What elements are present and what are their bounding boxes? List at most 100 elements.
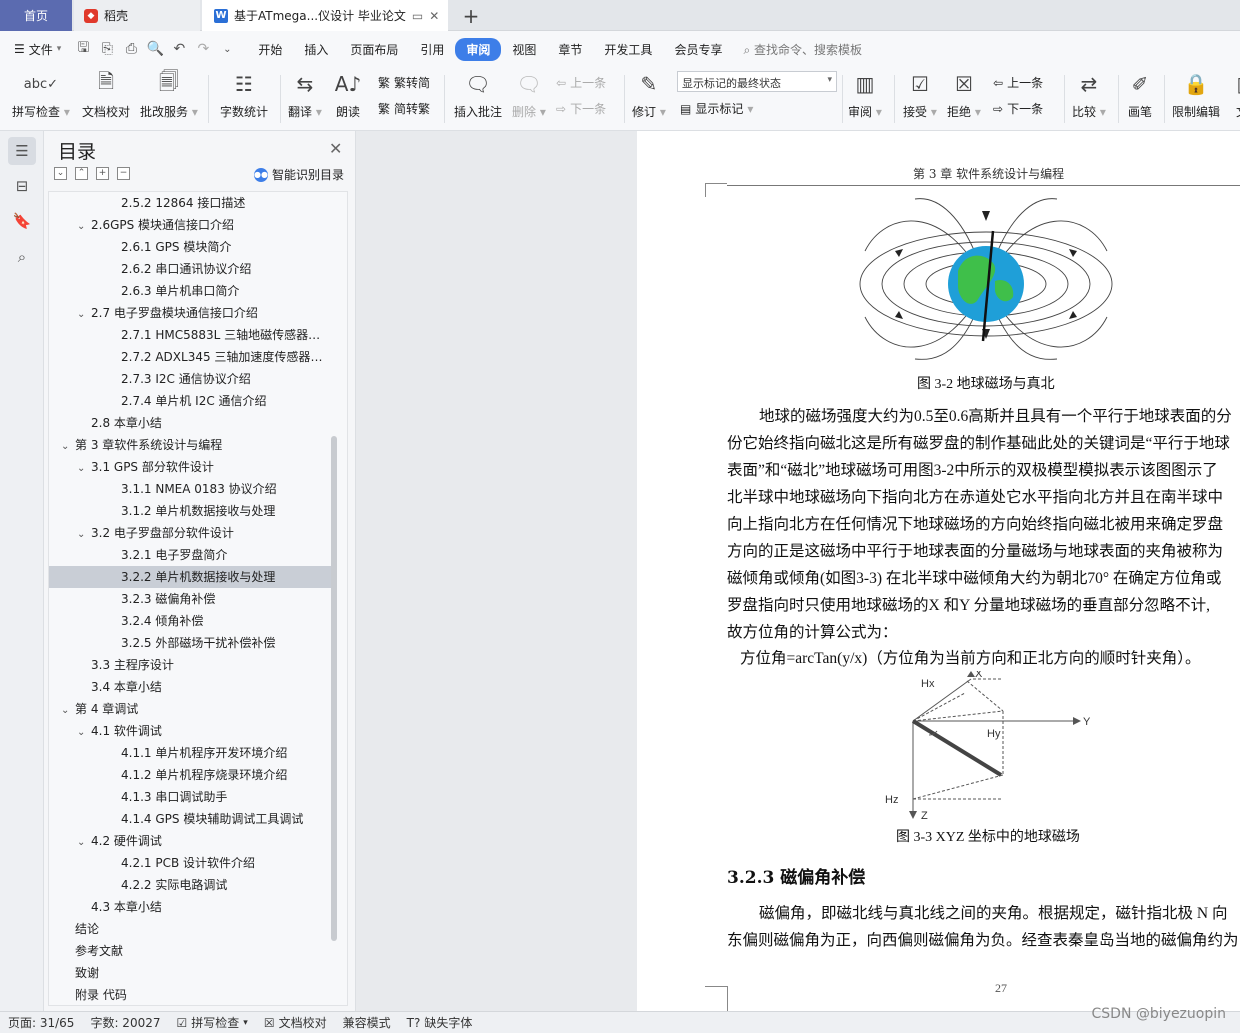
expand-all-icon[interactable]: ⌃ [75,167,88,180]
menu-start[interactable]: 开始 [247,38,293,61]
smart-toc-button[interactable]: ●● 智能识别目录 [254,166,344,183]
insert-comment-button[interactable]: 🗨 插入批注 [454,69,502,120]
pen-button[interactable]: ✐ 画笔 [1126,69,1154,120]
menu-insert[interactable]: 插入 [293,38,339,61]
toc-item[interactable]: 2.7.4 单片机 I2C 通信介绍 [49,390,331,412]
toc-item[interactable]: 3.2.5 外部磁场干扰补偿补偿 [49,632,331,654]
toc-item[interactable]: 2.6.2 串口通讯协议介绍 [49,258,331,280]
toc-item[interactable]: 3.1.1 NMEA 0183 协议介绍 [49,478,331,500]
toc-item[interactable]: 2.6.3 单片机串口简介 [49,280,331,302]
close-icon[interactable]: ✕ [329,139,342,158]
delete-comment-button[interactable]: 🗨 删除 ▾ [512,69,546,120]
translate-button[interactable]: ⇆ 翻译 ▾ [288,69,322,120]
toc-item[interactable]: ⌄ 第 3 章软件系统设计与编程 [49,434,331,456]
prev-change-button[interactable]: ⇦ 上一条 [993,74,1043,91]
toc-item[interactable]: 2.7.3 I2C 通信协议介绍 [49,368,331,390]
bookmark-icon[interactable]: 🔖 [8,207,36,235]
show-markup-button[interactable]: ▤ 显示标记 ▾ [680,100,753,117]
remove-heading-icon[interactable]: − [117,167,130,180]
review-pane-button[interactable]: ▥ 审阅 ▾ [848,69,882,120]
trad-to-simp-button[interactable]: 繁 繁转简 [378,74,430,91]
toc-item[interactable]: ⌄ 2.6GPS 模块通信接口介绍 [49,214,331,236]
word-count-button[interactable]: ☷ 字数统计 [220,69,268,120]
undo-icon[interactable]: ↶ [167,41,191,57]
toc-scrollbar[interactable] [331,436,337,941]
expand-arrow-icon[interactable]: ⌄ [61,700,75,720]
toc-item[interactable]: 2.8 本章小结 [49,412,331,434]
toc-item[interactable]: 2.7.2 ADXL345 三轴加速度传感器介... [49,346,331,368]
doc-rights-button[interactable]: ▯ 文 [1228,69,1240,120]
toc-item[interactable]: ⌄ 第 4 章调试 [49,698,331,720]
toc-item[interactable]: 4.3 本章小结 [49,896,331,918]
quick-access-more-icon[interactable]: ⌄ [215,44,239,55]
toc-item[interactable]: 参考文献 [49,940,331,962]
tab-document[interactable]: W 基于ATmega...仪设计 毕业论文 ▭ ✕ [202,0,448,31]
tab-pin-icon[interactable]: ▭ [412,9,423,23]
menu-developer[interactable]: 开发工具 [593,38,663,61]
markup-state-select[interactable]: 显示标记的最终状态 ▾ [677,71,837,92]
next-comment-button[interactable]: ⇨ 下一条 [556,100,606,117]
menu-view[interactable]: 视图 [501,38,547,61]
expand-arrow-icon[interactable]: ⌄ [77,216,91,236]
collapse-all-icon[interactable]: ⌄ [54,167,67,180]
toc-item[interactable]: 3.3 主程序设计 [49,654,331,676]
menu-page-layout[interactable]: 页面布局 [339,38,409,61]
document-page[interactable]: 第 3 章 软件系统设计与编程 图 3-2 地球磁场与真北 地球的磁场强度大约为… [637,131,1240,1011]
print-icon[interactable]: ⎙ [119,41,143,57]
restrict-edit-button[interactable]: 🔒 限制编辑 [1172,69,1220,120]
spell-check-button[interactable]: abc✓ 拼写检查 ▾ [12,69,70,120]
export-pdf-icon[interactable]: ⎘ [95,41,119,57]
menu-references[interactable]: 引用 [409,38,455,61]
toc-item[interactable]: ⌄ 4.1 软件调试 [49,720,331,742]
menu-member[interactable]: 会员专享 [663,38,733,61]
toc-item[interactable]: 4.1.3 串口调试助手 [49,786,331,808]
accept-button[interactable]: ☑ 接受 ▾ [903,69,937,120]
track-changes-button[interactable]: ✎ 修订 ▾ [632,69,666,120]
page-indicator[interactable]: 页面: 31/65 [0,1014,82,1031]
tab-home[interactable]: 首页 [0,0,72,31]
toc-item[interactable]: ⌄ 3.2 电子罗盘部分软件设计 [49,522,331,544]
doc-proof-button[interactable]: 🗎 文档校对 [82,69,130,120]
toc-item[interactable]: 结论 [49,918,331,940]
menu-chapter[interactable]: 章节 [547,38,593,61]
simp-to-trad-button[interactable]: 繁 简转繁 [378,100,430,117]
toc-item[interactable]: 4.1.1 单片机程序开发环境介绍 [49,742,331,764]
word-count-indicator[interactable]: 字数: 20027 [82,1014,168,1031]
batch-service-button[interactable]: 🗐 批改服务 ▾ [140,69,198,120]
save-icon[interactable]: 🖫 [71,37,95,61]
toc-item[interactable]: ⌄ 4.2 硬件调试 [49,830,331,852]
read-aloud-button[interactable]: A♪ 朗读 [334,69,362,120]
command-search[interactable]: ⌕ 查找命令、搜索模板 [743,41,862,58]
toc-item[interactable]: 2.5.2 12864 接口描述 [49,192,331,214]
status-missing-font[interactable]: T? 缺失字体 [399,1014,481,1031]
find-icon[interactable]: ⌕ [8,243,36,271]
expand-arrow-icon[interactable]: ⌄ [77,304,91,324]
tab-close-icon[interactable]: ✕ [429,9,439,23]
toc-item[interactable]: 致谢 [49,962,331,984]
expand-arrow-icon[interactable]: ⌄ [61,436,75,456]
toc-item[interactable]: ⌄ 2.7 电子罗盘模块通信接口介绍 [49,302,331,324]
toc-item[interactable]: 2.6.1 GPS 模块简介 [49,236,331,258]
toc-item[interactable]: 3.4 本章小结 [49,676,331,698]
toc-item[interactable]: 4.2.1 PCB 设计软件介绍 [49,852,331,874]
toc-item[interactable]: 4.1.2 单片机程序烧录环境介绍 [49,764,331,786]
prev-comment-button[interactable]: ⇦ 上一条 [556,74,606,91]
toc-item[interactable]: 2.7.1 HMC5883L 三轴地磁传感器介... [49,324,331,346]
compare-button[interactable]: ⇄ 比较 ▾ [1072,69,1106,120]
toc-item[interactable]: 3.2.2 单片机数据接收与处理 [49,566,331,588]
navigation-icon[interactable]: ⊟ [8,172,36,200]
tab-daoke[interactable]: ◆ 稻壳 [74,0,200,31]
toc-item[interactable]: 4.1.4 GPS 模块辅助调试工具调试 [49,808,331,830]
expand-arrow-icon[interactable]: ⌄ [77,524,91,544]
next-change-button[interactable]: ⇨ 下一条 [993,100,1043,117]
document-canvas[interactable]: 第 3 章 软件系统设计与编程 图 3-2 地球磁场与真北 地球的磁场强度大约为… [356,131,1240,1011]
menu-review[interactable]: 审阅 [455,37,502,61]
file-menu[interactable]: ☰ 文件 ▾ [0,41,71,58]
expand-arrow-icon[interactable]: ⌄ [77,832,91,852]
expand-arrow-icon[interactable]: ⌄ [77,722,91,742]
print-preview-icon[interactable]: 🔍 [143,41,167,57]
add-heading-icon[interactable]: + [96,167,109,180]
toc-item[interactable]: 4.2.2 实际电路调试 [49,874,331,896]
status-doc-proof[interactable]: ☒ 文档校对 [256,1014,335,1031]
expand-arrow-icon[interactable]: ⌄ [77,458,91,478]
